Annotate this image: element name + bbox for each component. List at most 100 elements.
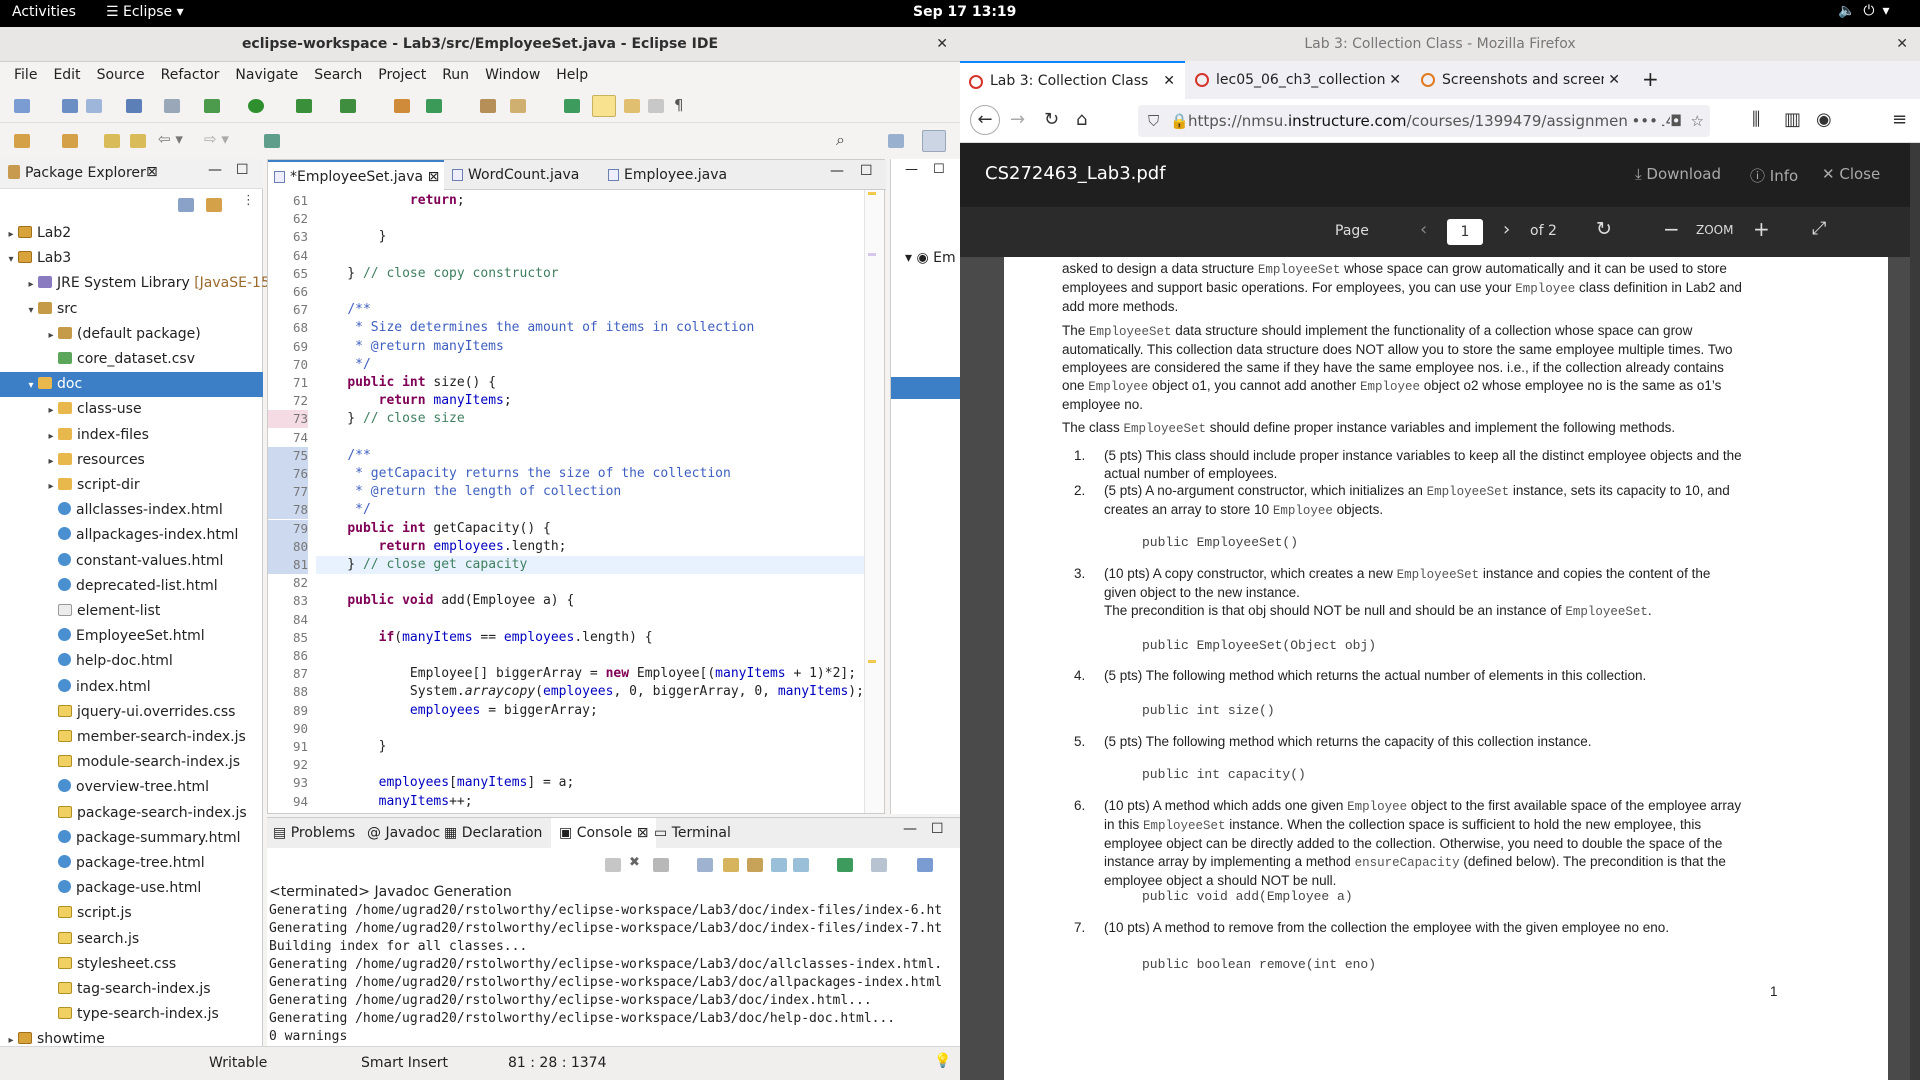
info-button[interactable]: ⓘ Info [1750,165,1798,186]
prev-annotation-icon[interactable] [62,134,78,148]
tree-item[interactable]: allpackages-index.html [0,523,263,548]
tree-item[interactable]: ▾ src [0,297,263,322]
warning-marker[interactable] [868,192,876,195]
rotate-icon[interactable]: ↻ [1596,218,1612,240]
tree-item[interactable]: constant-values.html [0,549,263,574]
tab-javadoc[interactable]: @ Javadoc [367,818,440,848]
back-icon[interactable]: ← [970,105,1000,135]
open-console-icon[interactable] [917,858,933,872]
link-editor-icon[interactable] [206,198,222,212]
code-line[interactable]: * getCapacity returns the size of the co… [316,465,731,483]
activities-button[interactable]: Activities [12,4,76,20]
tree-item[interactable]: package-use.html [0,876,263,901]
occurrence-marker[interactable] [868,253,876,256]
next-annotation-icon[interactable] [14,134,30,148]
skip-breakpoints-icon[interactable] [164,99,180,113]
tree-item[interactable]: ▾ doc [0,372,263,398]
outline-class-item[interactable]: ▾ ◉ Em [905,250,956,266]
code-line[interactable]: } // close get capacity [316,556,864,574]
download-button[interactable]: ⤓ Download [1635,165,1721,183]
back-arrow-icon[interactable]: ⇦ ▾ [158,130,183,148]
tree-item[interactable]: module-search-index.js [0,750,263,775]
close-tab-icon[interactable]: ✕ [1163,63,1175,99]
code-line[interactable]: return; [316,192,465,210]
browser-tab-screenshots[interactable]: Screenshots and screenc ✕ [1412,61,1630,99]
close-view-icon[interactable]: ⊠ [146,164,158,180]
minimize-icon[interactable]: — [903,821,917,837]
code-line[interactable]: employees = biggerArray; [316,702,598,720]
tree-item[interactable]: stylesheet.css [0,952,263,977]
remove-launch-icon[interactable]: ✖ [629,855,640,870]
menu-refactor[interactable]: Refactor [153,67,228,83]
terminate-icon[interactable] [605,858,621,872]
menu-navigate[interactable]: Navigate [227,67,306,83]
bookmark-star-icon[interactable]: ☆ [1690,105,1704,137]
code-line[interactable]: employees[manyItems] = a; [316,774,575,792]
tree-item[interactable]: element-list [0,599,263,624]
forward-edit-icon[interactable] [130,134,146,148]
tree-item[interactable]: script.js [0,901,263,926]
pin-editor-icon[interactable] [264,134,280,148]
java-perspective-icon[interactable] [922,130,946,152]
tree-item[interactable]: member-search-index.js [0,725,263,750]
open-perspective-icon[interactable] [888,134,904,148]
pdf-scrollbar[interactable] [1910,143,1920,1080]
tree-item[interactable]: package-search-index.js [0,801,263,826]
pdf-page[interactable]: asked to design a data structure Employe… [1004,257,1888,1080]
minimize-icon[interactable]: — [830,163,844,179]
save-all-icon[interactable] [86,99,102,113]
coverage-icon[interactable] [296,99,312,113]
scroll-lock-icon[interactable] [723,858,739,872]
code-line[interactable]: } [316,228,387,246]
tree-item[interactable]: ▸ (default package) [0,322,263,347]
close-icon[interactable]: ✕ [1896,27,1908,61]
tree-item[interactable]: overview-tree.html [0,775,263,800]
close-pdf-button[interactable]: ✕ Close [1822,165,1880,183]
expand-arrow-icon[interactable]: ▸ [24,272,38,297]
display-console-icon[interactable] [871,858,887,872]
tab-declaration[interactable]: ▦ Declaration [444,818,542,848]
code-line[interactable]: * Size determines the amount of items in… [316,319,754,337]
code-line[interactable]: * @return manyItems [316,338,504,356]
tree-item[interactable]: ▾ Lab3 [0,246,263,271]
menu-project[interactable]: Project [370,67,434,83]
code-line[interactable]: } [316,738,387,756]
tree-item[interactable]: deprecated-list.html [0,574,263,599]
url-bar[interactable]: ⛉ 🔒 https://nmsu.instructure.com/courses… [1138,105,1710,137]
home-icon[interactable]: ⌂ [1076,109,1087,130]
close-tab-icon[interactable]: ✕ [1385,61,1401,99]
whitespace-icon[interactable] [648,99,664,113]
tree-item[interactable]: search.js [0,927,263,952]
menu-edit[interactable]: Edit [45,67,88,83]
forward-arrow-icon[interactable]: ⇨ ▾ [204,130,229,148]
tree-item[interactable]: ▸ JRE System Library [JavaSE-15 [0,271,269,297]
tab-problems[interactable]: ▤ Problems [273,818,355,848]
zoom-in-icon[interactable]: + [1753,217,1770,241]
highlight-toggle-icon[interactable] [592,95,616,117]
tip-bulb-icon[interactable]: 💡 [934,1053,951,1069]
tab-employeeset-java[interactable]: *EmployeeSet.java ⊠ [268,160,444,190]
tab-console[interactable]: ▣ Console ⊠ [551,818,657,848]
page-actions-icon[interactable]: ••• [1627,105,1662,137]
code-line[interactable]: System.arraycopy(employees, 0, biggerArr… [316,683,864,701]
minimize-icon[interactable]: — [208,162,222,178]
code-line[interactable]: * @return the length of collection [316,483,621,501]
terminal-icon[interactable] [126,99,142,113]
tree-item[interactable]: package-summary.html [0,826,263,851]
tree-item[interactable]: allclasses-index.html [0,498,263,523]
menu-search[interactable]: Search [306,67,370,83]
expand-arrow-icon[interactable]: ▾ [4,247,18,272]
expand-arrow-icon[interactable]: ▾ [24,373,38,398]
maximize-icon[interactable]: ☐ [933,162,945,177]
minimize-icon[interactable]: — [905,162,918,177]
tree-item[interactable]: tag-search-index.js [0,977,263,1002]
tree-item[interactable]: ▸ Lab2 [0,221,263,246]
clear-console-icon[interactable] [697,858,713,872]
remove-all-icon[interactable] [653,858,669,872]
tree-item[interactable]: ▸ script-dir [0,473,263,498]
maximize-icon[interactable]: ☐ [860,163,873,179]
reload-icon[interactable]: ↻ [1044,109,1059,130]
pin-console-icon[interactable] [837,858,853,872]
code-area[interactable]: return; } } // close copy constructor /*… [316,190,864,813]
new-java-class-icon[interactable] [426,99,442,113]
